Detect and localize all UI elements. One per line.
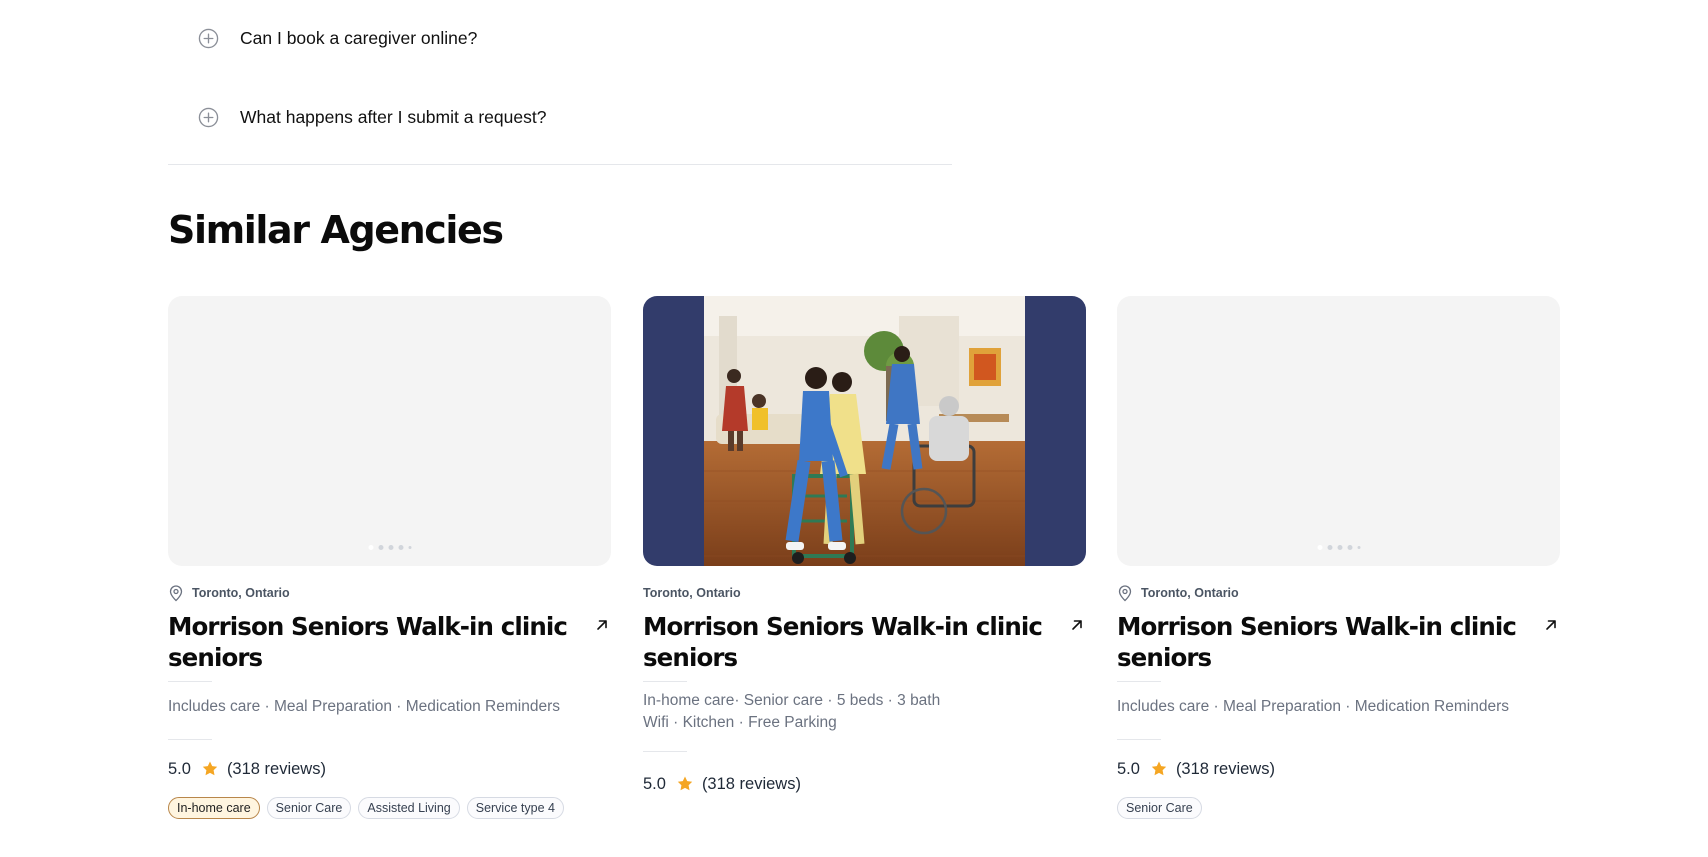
card-title[interactable]: Morrison Seniors Walk-in clinic seniors: [1117, 611, 1517, 673]
divider: [643, 681, 687, 682]
review-count: (318 reviews): [226, 759, 326, 778]
location-text: Toronto, Ontario: [1141, 586, 1239, 600]
tag-list: In-home care Senior Care Assisted Living…: [168, 797, 611, 819]
care-home-photo: [704, 296, 1025, 566]
card-title[interactable]: Morrison Seniors Walk-in clinic seniors: [643, 611, 1043, 673]
tag[interactable]: Assisted Living: [358, 797, 460, 819]
faq-list: Can I book a caregiver online? What happ…: [168, 0, 952, 158]
tag-list: Senior Care: [1117, 797, 1560, 819]
carousel-dot[interactable]: [1317, 545, 1322, 550]
rating-value: 5.0: [1117, 759, 1140, 778]
carousel-dot[interactable]: [1347, 545, 1352, 550]
carousel-dot[interactable]: [398, 545, 403, 550]
carousel-dot[interactable]: [378, 545, 383, 550]
map-pin-icon: [1118, 585, 1132, 602]
tag[interactable]: Service type 4: [466, 797, 564, 819]
carousel-dot[interactable]: [1357, 546, 1360, 549]
plus-circle-icon: [198, 28, 219, 48]
card-image-placeholder[interactable]: [168, 296, 611, 566]
location-text: Toronto, Ontario: [643, 586, 741, 600]
star-icon: [1151, 761, 1167, 776]
faq-item[interactable]: What happens after I submit a request?: [168, 76, 952, 158]
card-description: Includes care · Meal Preparation · Medic…: [1117, 698, 1509, 715]
card-rating: 5.0 (318 reviews): [168, 758, 611, 780]
card-location: Toronto, Ontario: [1117, 584, 1560, 602]
divider: [1117, 739, 1161, 740]
location-text: Toronto, Ontario: [192, 586, 290, 600]
faq-item[interactable]: Can I book a caregiver online?: [168, 0, 952, 76]
agency-card[interactable]: Toronto, Ontario Morrison Seniors Walk-i…: [168, 296, 611, 819]
card-image-placeholder[interactable]: [1117, 296, 1560, 566]
carousel-dot[interactable]: [1337, 545, 1342, 550]
carousel-dots[interactable]: [368, 545, 411, 550]
rating-value: 5.0: [168, 759, 191, 778]
tag[interactable]: Senior Care: [266, 797, 352, 819]
section-title: Similar Agencies: [168, 208, 504, 252]
card-rating: 5.0 (318 reviews): [1117, 758, 1560, 780]
divider: [168, 739, 212, 740]
card-description-line1: In-home care· Senior care · 5 beds · 3 b…: [643, 692, 941, 709]
map-pin-icon: [169, 585, 183, 602]
carousel-dot[interactable]: [388, 545, 393, 550]
card-title[interactable]: Morrison Seniors Walk-in clinic seniors: [168, 611, 568, 673]
rating-value: 5.0: [643, 774, 666, 793]
faq-question: Can I book a caregiver online?: [240, 27, 478, 48]
agency-card[interactable]: Toronto, Ontario Morrison Seniors Walk-i…: [1117, 296, 1560, 819]
arrow-up-right-icon[interactable]: [1068, 616, 1086, 634]
faq-divider: [168, 164, 952, 165]
review-count: (318 reviews): [1175, 759, 1275, 778]
faq-question: What happens after I submit a request?: [240, 106, 547, 127]
card-location: Toronto, Ontario: [643, 584, 1086, 602]
card-description: Includes care · Meal Preparation · Medic…: [168, 698, 560, 715]
divider: [168, 681, 212, 682]
card-description-line2: Wifi · Kitchen · Free Parking: [643, 714, 837, 731]
carousel-dot[interactable]: [1327, 545, 1332, 550]
star-icon: [202, 761, 218, 776]
card-photo[interactable]: [643, 296, 1086, 566]
arrow-up-right-icon[interactable]: [1542, 616, 1560, 634]
plus-circle-icon: [198, 107, 219, 127]
tag[interactable]: In-home care: [168, 797, 260, 819]
star-icon: [677, 776, 693, 791]
card-location: Toronto, Ontario: [168, 584, 611, 602]
divider: [1117, 681, 1161, 682]
card-rating: 5.0 (318 reviews): [643, 773, 1086, 795]
carousel-dot[interactable]: [408, 546, 411, 549]
carousel-dots[interactable]: [1317, 545, 1360, 550]
divider: [643, 751, 687, 752]
carousel-dot[interactable]: [368, 545, 373, 550]
arrow-up-right-icon[interactable]: [593, 616, 611, 634]
tag[interactable]: Senior Care: [1117, 797, 1202, 819]
review-count: (318 reviews): [701, 774, 801, 793]
agency-card[interactable]: Toronto, Ontario Morrison Seniors Walk-i…: [643, 296, 1086, 795]
